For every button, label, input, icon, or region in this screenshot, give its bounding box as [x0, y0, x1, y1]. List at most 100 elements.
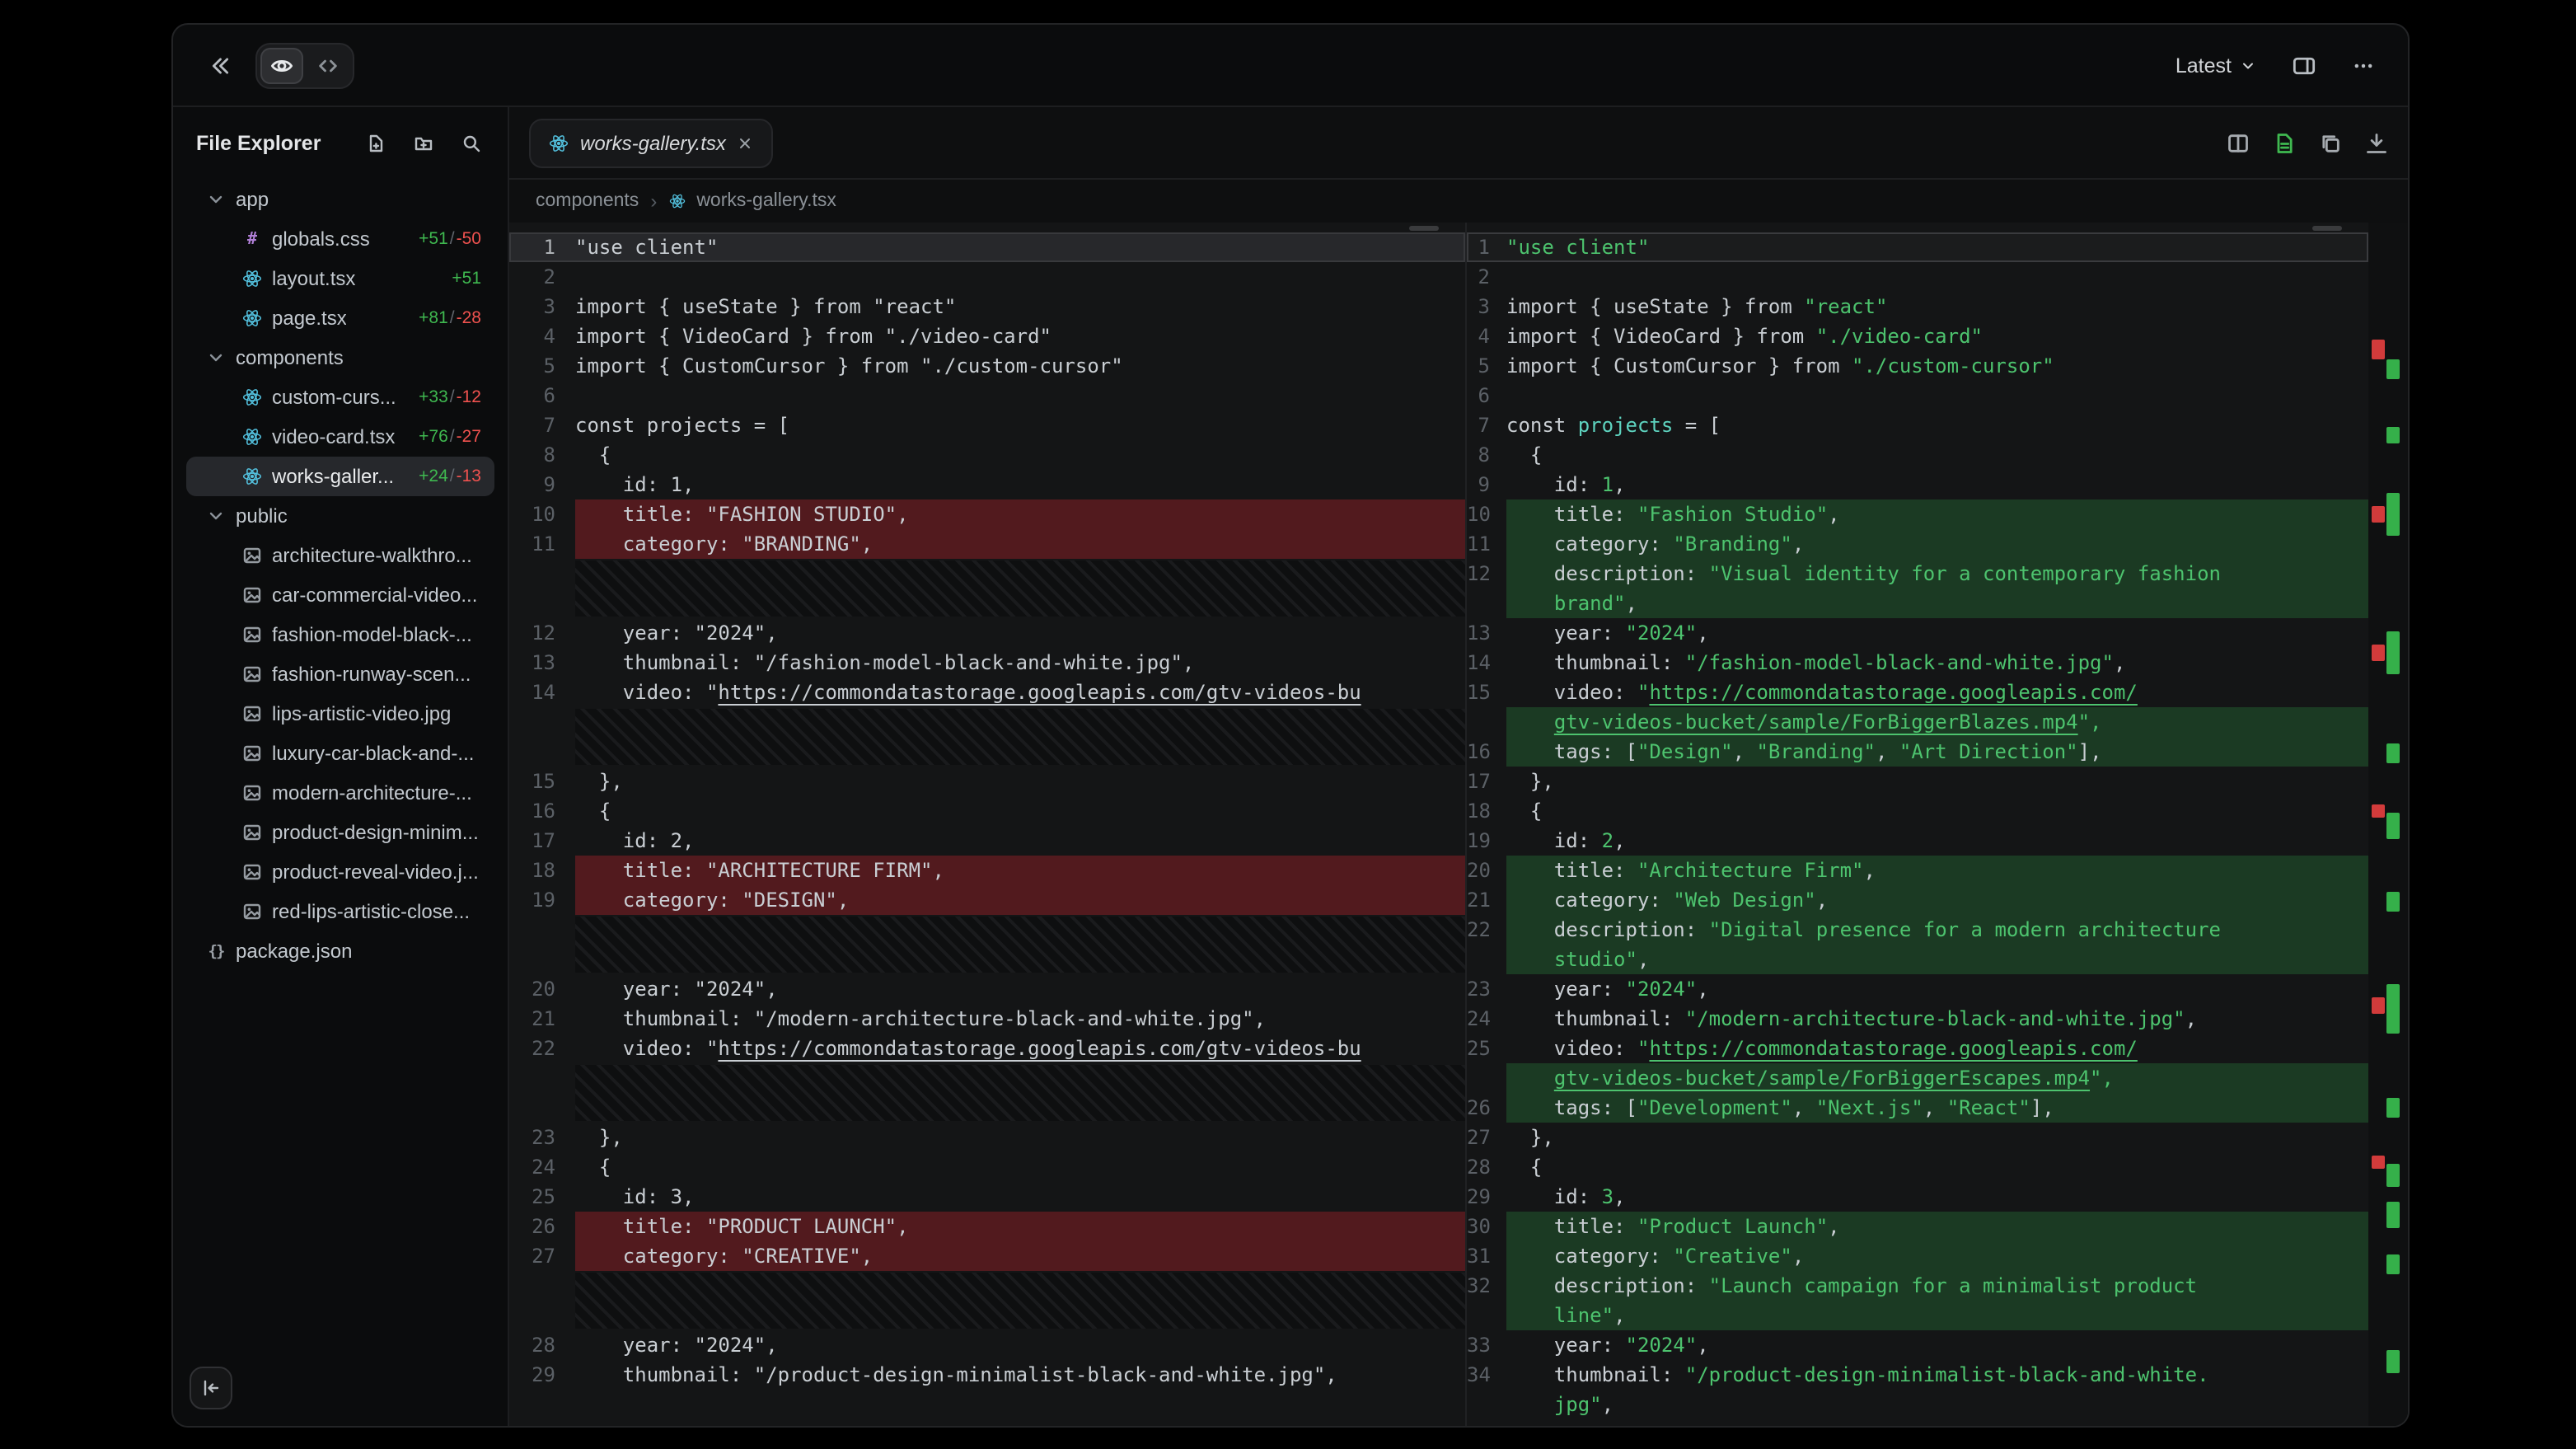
code-row[interactable]: 18 {: [1467, 796, 2368, 826]
code-row[interactable]: 22 description: "Digital presence for a …: [1467, 915, 2368, 945]
code-row[interactable]: 12 description: "Visual identity for a c…: [1467, 559, 2368, 589]
code-row[interactable]: 28 year: "2024",: [509, 1330, 1465, 1360]
code-row[interactable]: 32 description: "Launch campaign for a m…: [1467, 1271, 2368, 1301]
code-row[interactable]: 24 {: [509, 1152, 1465, 1182]
code-row[interactable]: 23 },: [509, 1123, 1465, 1152]
code-row[interactable]: 17 id: 2,: [509, 826, 1465, 856]
code-row[interactable]: 21 category: "Web Design",: [1467, 885, 2368, 915]
code-row[interactable]: 24 thumbnail: "/modern-architecture-blac…: [1467, 1004, 2368, 1034]
code-row[interactable]: 4import { VideoCard } from "./video-card…: [509, 321, 1465, 351]
code-row[interactable]: 14 thumbnail: "/fashion-model-black-and-…: [1467, 648, 2368, 678]
code-row[interactable]: 7const projects = [: [509, 410, 1465, 440]
diff-minimap[interactable]: [2368, 223, 2408, 1426]
diff-pane-original[interactable]: 1"use client"23import { useState } from …: [509, 223, 1465, 1426]
code-row[interactable]: 13 thumbnail: "/fashion-model-black-and-…: [509, 648, 1465, 678]
horizontal-scrollbar-thumb[interactable]: [1409, 226, 1439, 231]
diff-gap-row[interactable]: [509, 915, 1465, 974]
code-row[interactable]: 17 },: [1467, 767, 2368, 796]
code-row[interactable]: 33 year: "2024",: [1467, 1330, 2368, 1360]
code-row[interactable]: 29 thumbnail: "/product-design-minimalis…: [509, 1360, 1465, 1390]
code-row[interactable]: 29 id: 3,: [1467, 1182, 2368, 1212]
code-row[interactable]: 2: [1467, 262, 2368, 292]
code-row[interactable]: 31 category: "Creative",: [1467, 1241, 2368, 1271]
tree-item-video-card-tsx[interactable]: video-card.tsx+76/-27: [186, 417, 494, 457]
code-row[interactable]: 19 category: "DESIGN",: [509, 885, 1465, 915]
tree-item-car-commercial-video[interactable]: car-commercial-video...: [186, 575, 494, 615]
code-row[interactable]: 20 title: "Architecture Firm",: [1467, 856, 2368, 885]
code-row[interactable]: gtv-videos-bucket/sample/ForBiggerEscape…: [1467, 1063, 2368, 1093]
code-row[interactable]: 8 {: [1467, 440, 2368, 470]
code-row[interactable]: 14 video: "https://commondatastorage.goo…: [509, 678, 1465, 707]
preview-toggle-button[interactable]: [260, 47, 303, 83]
code-row[interactable]: 11 category: "Branding",: [1467, 529, 2368, 559]
tree-item-works-galler[interactable]: works-galler...+24/-13: [186, 457, 494, 496]
code-row[interactable]: 4import { VideoCard } from "./video-card…: [1467, 321, 2368, 351]
code-row[interactable]: studio",: [1467, 945, 2368, 974]
code-row[interactable]: 3import { useState } from "react": [509, 292, 1465, 321]
new-folder-button[interactable]: [410, 130, 437, 157]
code-row[interactable]: 5import { CustomCursor } from "./custom-…: [509, 351, 1465, 381]
code-row[interactable]: 11 category: "BRANDING",: [509, 529, 1465, 559]
code-row[interactable]: 2: [509, 262, 1465, 292]
layout-panel-button[interactable]: [2283, 44, 2325, 87]
code-row[interactable]: 34 thumbnail: "/product-design-minimalis…: [1467, 1360, 2368, 1390]
tree-item-lips-artistic-video-jpg[interactable]: lips-artistic-video.jpg: [186, 694, 494, 734]
more-options-button[interactable]: [2342, 44, 2385, 87]
code-row[interactable]: 28 {: [1467, 1152, 2368, 1182]
tree-item-package-json[interactable]: {}package.json: [186, 931, 494, 971]
code-row[interactable]: 23 year: "2024",: [1467, 974, 2368, 1004]
code-row[interactable]: 6: [509, 381, 1465, 410]
code-row[interactable]: 18 title: "ARCHITECTURE FIRM",: [509, 856, 1465, 885]
tree-folder-components[interactable]: components: [186, 338, 494, 377]
code-row[interactable]: line",: [1467, 1301, 2368, 1330]
tree-item-red-lips-artistic-close[interactable]: red-lips-artistic-close...: [186, 892, 494, 931]
tree-item-globals-css[interactable]: #globals.css+51/-50: [186, 219, 494, 259]
tree-folder-app[interactable]: app: [186, 180, 494, 219]
diff-gap-row[interactable]: [509, 1063, 1465, 1123]
code-row[interactable]: 10 title: "Fashion Studio",: [1467, 499, 2368, 529]
diff-view-icon[interactable]: [2273, 131, 2296, 154]
code-row[interactable]: brand",: [1467, 589, 2368, 618]
tree-item-layout-tsx[interactable]: layout.tsx+51: [186, 259, 494, 298]
code-row[interactable]: 15 video: "https://commondatastorage.goo…: [1467, 678, 2368, 707]
code-row[interactable]: 1"use client": [509, 232, 1465, 262]
horizontal-scrollbar-thumb[interactable]: [2312, 226, 2342, 231]
tab-works-gallery[interactable]: works-gallery.tsx: [529, 118, 774, 167]
code-row[interactable]: gtv-videos-bucket/sample/ForBiggerBlazes…: [1467, 707, 2368, 737]
code-row[interactable]: 16 tags: ["Design", "Branding", "Art Dir…: [1467, 737, 2368, 767]
tree-item-architecture-walkthro[interactable]: architecture-walkthro...: [186, 536, 494, 575]
code-row[interactable]: 10 title: "FASHION STUDIO",: [509, 499, 1465, 529]
code-row[interactable]: 21 thumbnail: "/modern-architecture-blac…: [509, 1004, 1465, 1034]
code-row[interactable]: 9 id: 1,: [1467, 470, 2368, 499]
code-row[interactable]: 6: [1467, 381, 2368, 410]
code-row[interactable]: 13 year: "2024",: [1467, 618, 2368, 648]
breadcrumb-file[interactable]: works-gallery.tsx: [696, 191, 836, 211]
tree-item-modern-architecture[interactable]: modern-architecture-...: [186, 773, 494, 813]
code-row[interactable]: 19 id: 2,: [1467, 826, 2368, 856]
download-icon[interactable]: [2365, 131, 2388, 154]
code-row[interactable]: 8 {: [509, 440, 1465, 470]
code-row[interactable]: 15 },: [509, 767, 1465, 796]
code-row[interactable]: 1"use client": [1467, 232, 2368, 262]
collapse-panel-button[interactable]: [196, 44, 239, 87]
collapse-sidebar-button[interactable]: [190, 1367, 232, 1409]
code-row[interactable]: 30 title: "Product Launch",: [1467, 1212, 2368, 1241]
code-row[interactable]: 27 category: "CREATIVE",: [509, 1241, 1465, 1271]
search-files-button[interactable]: [458, 130, 485, 157]
code-row[interactable]: 26 title: "PRODUCT LAUNCH",: [509, 1212, 1465, 1241]
tree-item-product-reveal-video-j[interactable]: product-reveal-video.j...: [186, 852, 494, 892]
tree-folder-public[interactable]: public: [186, 496, 494, 536]
code-row[interactable]: 16 {: [509, 796, 1465, 826]
code-row[interactable]: 27 },: [1467, 1123, 2368, 1152]
code-row[interactable]: 3import { useState } from "react": [1467, 292, 2368, 321]
new-file-button[interactable]: [363, 130, 389, 157]
tree-item-luxury-car-black-and[interactable]: luxury-car-black-and-...: [186, 734, 494, 773]
split-editor-icon[interactable]: [2227, 131, 2250, 154]
code-row[interactable]: 25 video: "https://commondatastorage.goo…: [1467, 1034, 2368, 1063]
tree-item-custom-curs[interactable]: custom-curs...+33/-12: [186, 377, 494, 417]
code-row[interactable]: 9 id: 1,: [509, 470, 1465, 499]
breadcrumb-folder[interactable]: components: [536, 191, 639, 211]
code-row[interactable]: 26 tags: ["Development", "Next.js", "Rea…: [1467, 1093, 2368, 1123]
tree-item-product-design-minim[interactable]: product-design-minim...: [186, 813, 494, 852]
code-toggle-button[interactable]: [307, 47, 349, 83]
